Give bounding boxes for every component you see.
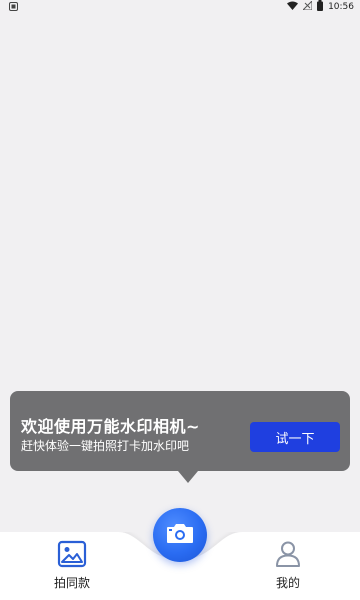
nav-label-same-style: 拍同款 <box>53 576 90 590</box>
tooltip-subtitle: 赶快体验一键拍照打卡加水印吧 <box>21 439 190 453</box>
signal-icon <box>301 0 313 13</box>
nav-item-same-style[interactable]: 拍同款 <box>42 540 102 590</box>
status-time: 10:56 <box>328 2 354 12</box>
status-bar: 10:56 <box>0 0 360 14</box>
notification-icon <box>9 2 18 11</box>
status-icons: 10:56 <box>287 0 354 14</box>
tooltip-title: 欢迎使用万能水印相机~ <box>21 417 200 436</box>
wifi-icon <box>287 1 299 13</box>
camera-button[interactable] <box>153 508 207 562</box>
welcome-tooltip: 欢迎使用万能水印相机~ 赶快体验一键拍照打卡加水印吧 试一下 <box>10 391 350 483</box>
person-icon <box>273 540 303 572</box>
image-icon <box>57 540 87 572</box>
nav-label-mine: 我的 <box>275 576 300 590</box>
nav-item-mine[interactable]: 我的 <box>258 540 318 590</box>
battery-icon <box>317 0 324 14</box>
camera-icon <box>166 522 194 548</box>
try-now-button[interactable]: 试一下 <box>250 422 340 452</box>
tooltip-arrow <box>178 471 198 483</box>
